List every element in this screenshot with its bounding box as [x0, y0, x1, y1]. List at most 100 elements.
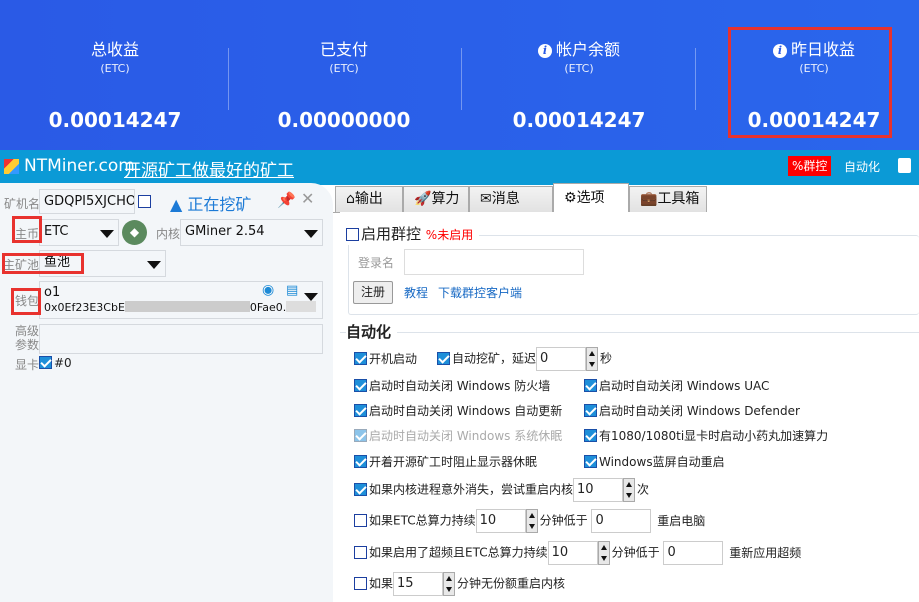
option-label: 启动时自动关闭 Windows 自动更新 [369, 404, 563, 418]
restart-kernel-option: 如果内核进程意外消失，尝试重启内核 10 次 [354, 478, 649, 502]
mining-status[interactable]: ▲ 正在挖矿 [170, 191, 251, 215]
checkbox[interactable] [354, 455, 367, 468]
update-option[interactable]: 启动时自动关闭 Windows 自动更新 [354, 401, 562, 421]
hashrate-input[interactable]: 0 [663, 541, 724, 565]
group-status-label: 未启用 [437, 228, 474, 242]
boot-option[interactable]: 开机启动 [354, 349, 417, 369]
eye-icon[interactable]: ◉ [262, 283, 274, 298]
wallet-address-end: 0Fae0. [249, 301, 287, 314]
option-label: 重新应用超频 [729, 545, 802, 560]
minutes-spinner[interactable] [597, 541, 610, 565]
app-titlebar: NTMiner.com 开源矿工做最好的矿工 %群控 自动化 [0, 150, 919, 185]
pill-option[interactable]: 有1080/1080ti显卡时启动小药丸加速算力 [584, 426, 828, 446]
menu-icon[interactable] [898, 158, 911, 173]
advanced-label-line1: 高级 [15, 324, 40, 338]
defender-option[interactable]: 启动时自动关闭 Windows Defender [584, 401, 800, 421]
group-control-button[interactable]: %群控 [788, 156, 832, 176]
checkbox[interactable] [354, 404, 367, 417]
option-label: 开机启动 [369, 352, 418, 366]
login-label: 登录名 [358, 256, 395, 270]
tab-toolbox[interactable]: 💼工具箱 [629, 186, 707, 213]
option-label: 启动时自动关闭 Windows UAC [599, 379, 770, 393]
tab-label: 消息 [491, 191, 520, 207]
advanced-params-input[interactable] [39, 324, 323, 354]
pin-icon[interactable]: 📌 [277, 191, 296, 209]
tab-label: 选项 [576, 190, 605, 206]
tab-output[interactable]: ⌂输出 [335, 186, 403, 213]
info-icon[interactable]: i [537, 44, 552, 58]
advanced-label-line2: 参数 [15, 338, 40, 352]
checkbox[interactable] [584, 404, 597, 417]
group-status: %未启用 [426, 228, 473, 242]
checkbox[interactable] [354, 576, 367, 590]
checkbox[interactable] [354, 513, 367, 527]
enable-group-checkbox[interactable] [346, 228, 359, 241]
boot-checkbox[interactable] [354, 352, 367, 365]
group-control-fieldset [348, 235, 919, 315]
gear-icon: ⚙ [564, 190, 577, 206]
auto-mine-option: 自动挖矿，延迟 0 秒 [437, 347, 612, 371]
mining-icon: ▲ [170, 195, 188, 214]
option-label: 如果内核进程意外消失，尝试重启内核 [369, 482, 574, 497]
firewall-option[interactable]: 启动时自动关闭 Windows 防火墙 [354, 376, 550, 396]
coin-select[interactable]: ETC [39, 219, 119, 246]
uac-option[interactable]: 启动时自动关闭 Windows UAC [584, 376, 769, 396]
slogan-link[interactable]: 开源矿工做最好的矿工 [124, 156, 294, 181]
checkbox[interactable] [354, 379, 367, 392]
auto-mine-checkbox[interactable] [437, 351, 450, 365]
display-option[interactable]: 开着开源矿工时阻止显示器休眠 [354, 452, 537, 472]
checkbox[interactable] [354, 545, 367, 559]
register-button[interactable]: 注册 [353, 281, 393, 304]
tab-messages[interactable]: ✉消息 [469, 186, 553, 213]
restart-count-spinner[interactable] [623, 478, 636, 502]
option-label: 自动挖矿，延迟 [452, 351, 537, 366]
hashrate-input[interactable]: 0 [591, 509, 652, 533]
checkbox[interactable] [584, 379, 597, 392]
stat-value: 0.00014247 [512, 108, 646, 132]
no-share-restart-option: 如果 15 分钟无份额重启内核 [354, 572, 565, 596]
wallet-select[interactable]: o1 0x0Ef23E3CbE 0Fae0. ◉ ▤ [39, 281, 323, 319]
wallet-address: 0x0Ef23E3CbE 0Fae0. [44, 300, 322, 315]
restart-count-input[interactable]: 10 [573, 478, 624, 502]
chevron-down-icon [100, 230, 114, 238]
tab-hashrate[interactable]: 🚀算力 [403, 186, 469, 213]
minutes-input[interactable]: 10 [547, 541, 598, 565]
minutes-spinner[interactable] [525, 509, 538, 533]
divider [461, 48, 462, 110]
highlight-box [728, 27, 892, 138]
minutes-input[interactable]: 10 [475, 509, 526, 533]
delay-input[interactable]: 0 [536, 347, 587, 371]
option-label: 如果启用了超频且ETC总算力持续 [369, 545, 548, 560]
reapply-oc-option: 如果启用了超频且ETC总算力持续 10 分钟低于 0 重新应用超频 [354, 541, 801, 565]
kernel-select[interactable]: GMiner 2.54 [180, 219, 323, 246]
automation-link[interactable]: 自动化 [844, 158, 880, 175]
option-label: 启动时自动关闭 Windows Defender [599, 404, 800, 418]
delay-spinner[interactable] [586, 347, 599, 371]
miner-name-checkbox[interactable] [138, 195, 151, 208]
miner-name-input[interactable]: GDQPI5XJCHOZ [39, 189, 135, 214]
checkbox[interactable] [354, 482, 367, 496]
tab-label: 算力 [431, 191, 460, 207]
gpu-checkbox-row[interactable]: #0 [39, 356, 72, 370]
checkbox[interactable] [584, 455, 597, 468]
coin-value: ETC [44, 224, 69, 239]
copy-icon[interactable]: ▤ [286, 283, 298, 298]
chevron-down-icon [304, 293, 318, 301]
stat-title: 已支付 [319, 40, 368, 59]
download-client-link[interactable]: 下载群控客户端 [438, 283, 522, 303]
stat-unit: (ETC) [329, 62, 359, 75]
minutes-input[interactable]: 15 [393, 572, 444, 596]
login-input[interactable] [404, 249, 584, 275]
stat-title-text: 帐户余额 [555, 40, 620, 59]
bsod-option[interactable]: Windows蓝屏自动重启 [584, 452, 725, 472]
tab-options[interactable]: ⚙选项 [553, 183, 629, 214]
stat-balance: i 帐户余额 (ETC) 0.00014247 [464, 0, 694, 150]
option-label: 启动时自动关闭 Windows 防火墙 [369, 379, 551, 393]
gpu-checkbox[interactable] [39, 356, 52, 369]
minutes-spinner[interactable] [443, 572, 456, 596]
option-label: 分钟无份额重启内核 [457, 576, 566, 591]
unit-label: 次 [637, 482, 650, 497]
checkbox[interactable] [584, 429, 597, 442]
tutorial-link[interactable]: 教程 [404, 283, 428, 303]
close-icon[interactable]: ✕ [301, 189, 314, 208]
